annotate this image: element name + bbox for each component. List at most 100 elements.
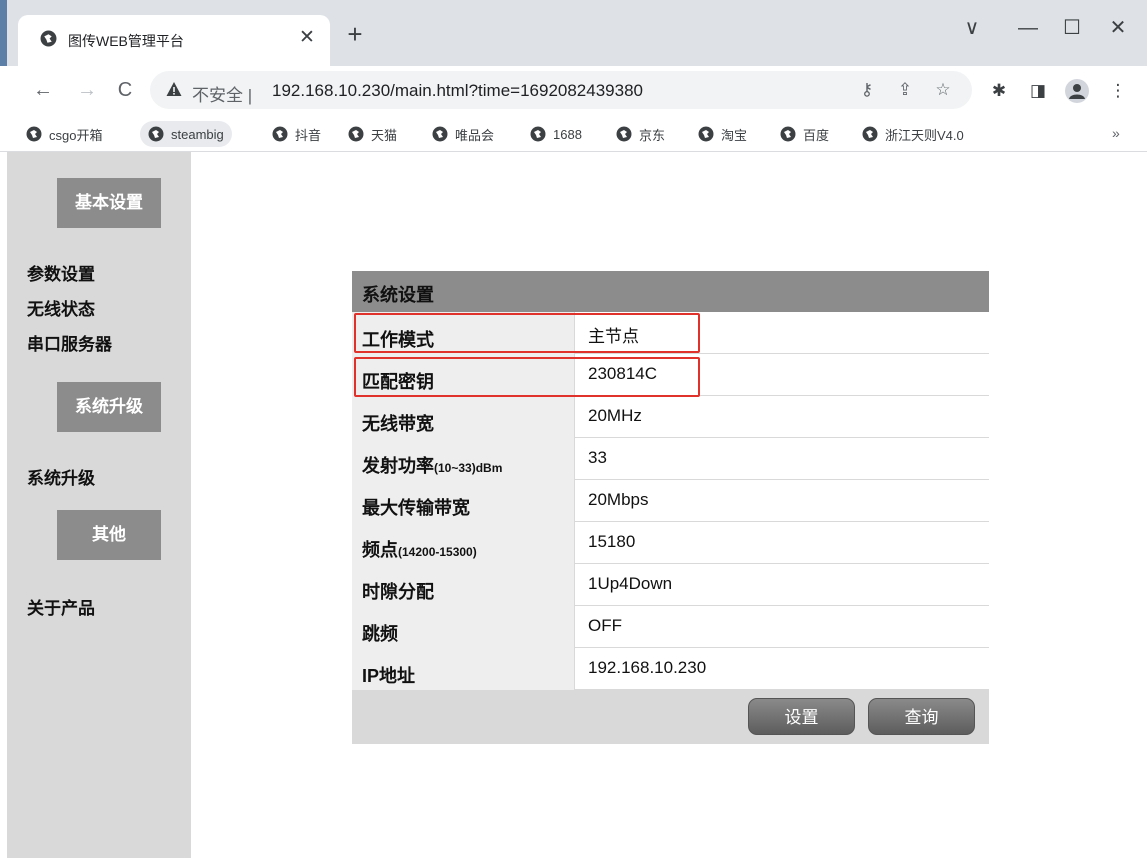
row-label: 跳频 <box>352 606 575 648</box>
browser-toolbar: ← → C 不安全 | 192.168.10.230/main.html?tim… <box>0 66 1147 115</box>
section-header-upgrade: 系统升级 <box>57 382 161 432</box>
bookmark-label: 浙江天则V4.0 <box>885 127 964 143</box>
settings-row: IP地址 192.168.10.230 <box>352 648 989 690</box>
sidebar-link-about[interactable]: 关于产品 <box>27 594 95 619</box>
row-label-hint: (14200-15300) <box>398 545 477 559</box>
row-label: 最大传输带宽 <box>352 480 575 522</box>
globe-icon <box>698 126 714 142</box>
bookmark-item[interactable]: 浙江天则V4.0 <box>854 121 972 147</box>
panel-footer: 设置 查询 <box>352 690 989 744</box>
sidebar-link-params[interactable]: 参数设置 <box>27 260 95 285</box>
row-value-bandwidth[interactable]: 20MHz <box>588 406 642 426</box>
tab-search-icon[interactable]: ∨ <box>958 14 986 42</box>
bookmark-item[interactable]: 淘宝 <box>690 121 755 147</box>
settings-row: 频点(14200-15300) 15180 <box>352 522 989 564</box>
globe-icon <box>272 126 288 142</box>
globe-icon <box>432 126 448 142</box>
maximize-button[interactable]: ☐ <box>1058 14 1086 42</box>
globe-icon <box>862 126 878 142</box>
bookmark-item[interactable]: 百度 <box>772 121 837 147</box>
sidebar-link-serial-server[interactable]: 串口服务器 <box>27 330 112 355</box>
bookmark-item[interactable]: csgo开箱 <box>18 121 110 147</box>
minimize-button[interactable]: — <box>1014 14 1042 42</box>
settings-row: 最大传输带宽 20Mbps <box>352 480 989 522</box>
bookmark-item[interactable]: 抖音 <box>264 121 329 147</box>
close-window-button[interactable]: ✕ <box>1104 14 1132 42</box>
section-header-basic: 基本设置 <box>57 178 161 228</box>
key-icon[interactable]: ⚷ <box>856 79 878 101</box>
set-button[interactable]: 设置 <box>748 698 855 735</box>
row-label: IP地址 <box>352 648 575 690</box>
back-button[interactable]: ← <box>28 75 58 105</box>
highlight-box <box>354 313 700 353</box>
highlight-box <box>354 357 700 397</box>
address-bar[interactable]: 不安全 | 192.168.10.230/main.html?time=1692… <box>150 71 972 109</box>
row-value-max-rate[interactable]: 20Mbps <box>588 490 648 510</box>
panel-title: 系统设置 <box>352 271 989 312</box>
row-value-frequency[interactable]: 15180 <box>588 532 635 552</box>
row-value-tx-power[interactable]: 33 <box>588 448 607 468</box>
row-value-hopping[interactable]: OFF <box>588 616 622 636</box>
globe-icon <box>530 126 546 142</box>
side-panel-icon[interactable]: ◨ <box>1026 79 1050 103</box>
browser-tab[interactable]: 图传WEB管理平台 ✕ <box>18 15 330 66</box>
row-label-text: IP地址 <box>362 666 416 686</box>
star-icon[interactable]: ☆ <box>932 79 954 101</box>
row-label-text: 最大传输带宽 <box>362 498 470 518</box>
sidebar-link-upgrade[interactable]: 系统升级 <box>27 464 95 489</box>
row-label-hint: (10~33)dBm <box>434 461 503 475</box>
page-content: 基本设置 参数设置 无线状态 串口服务器 系统升级 系统升级 其他 关于产品 系… <box>7 152 1147 858</box>
reload-button[interactable]: C <box>110 75 140 105</box>
section-header-other: 其他 <box>57 510 161 560</box>
globe-icon <box>348 126 364 142</box>
bookmark-item[interactable]: 京东 <box>608 121 673 147</box>
bookmark-label: 百度 <box>803 127 830 143</box>
sidebar: 基本设置 参数设置 无线状态 串口服务器 系统升级 系统升级 其他 关于产品 <box>7 152 191 858</box>
row-label: 无线带宽 <box>352 396 575 438</box>
globe-icon <box>616 126 632 142</box>
row-value-slot[interactable]: 1Up4Down <box>588 574 672 594</box>
globe-icon <box>148 126 164 142</box>
forward-button[interactable]: → <box>72 75 102 105</box>
extensions-icon[interactable]: ✱ <box>987 79 1011 103</box>
query-button[interactable]: 查询 <box>868 698 975 735</box>
row-label-text: 时隙分配 <box>362 582 434 602</box>
insecure-label[interactable]: 不安全 | <box>192 81 252 106</box>
settings-row: 跳频 OFF <box>352 606 989 648</box>
bookmark-label: 淘宝 <box>721 127 748 143</box>
warning-icon <box>166 82 182 96</box>
row-label-text: 无线带宽 <box>362 414 434 434</box>
bookmark-label: 京东 <box>639 127 666 143</box>
settings-row: 发射功率(10~33)dBm 33 <box>352 438 989 480</box>
bookmark-label: 唯品会 <box>455 127 495 143</box>
row-label-text: 发射功率 <box>362 456 434 476</box>
bookmarks-bar: csgo开箱 steambig 抖音 天猫 唯品会 1688 京东 淘宝 百度 … <box>0 115 1147 152</box>
tab-close-icon[interactable]: ✕ <box>294 25 320 51</box>
globe-icon <box>780 126 796 142</box>
settings-row: 时隙分配 1Up4Down <box>352 564 989 606</box>
bookmarks-overflow-icon[interactable]: » <box>1112 125 1120 141</box>
row-label-text: 跳频 <box>362 624 398 644</box>
url-text[interactable]: 192.168.10.230/main.html?time=1692082439… <box>272 81 643 101</box>
bookmark-label: 天猫 <box>371 127 398 143</box>
globe-icon <box>40 30 57 47</box>
new-tab-button[interactable]: + <box>342 21 368 48</box>
row-label-text: 频点 <box>362 540 398 560</box>
row-value-ip[interactable]: 192.168.10.230 <box>588 658 706 678</box>
globe-icon <box>26 126 42 142</box>
tab-strip: 图传WEB管理平台 ✕ + ∨ — ☐ ✕ <box>0 0 1147 66</box>
bookmark-item[interactable]: 天猫 <box>340 121 405 147</box>
system-settings-panel: 系统设置 工作模式 主节点 匹配密钥 230814C 无线带宽 20MHz 发射… <box>352 271 989 744</box>
bookmark-item[interactable]: 唯品会 <box>424 121 502 147</box>
bookmark-label: 抖音 <box>295 127 322 143</box>
menu-icon[interactable]: ⋮ <box>1106 79 1130 103</box>
bookmark-item[interactable]: 1688 <box>522 121 590 147</box>
profile-icon[interactable] <box>1065 79 1089 103</box>
bookmark-label: 1688 <box>553 126 582 142</box>
settings-row: 无线带宽 20MHz <box>352 396 989 438</box>
row-label: 时隙分配 <box>352 564 575 606</box>
sidebar-link-wireless-status[interactable]: 无线状态 <box>27 295 95 320</box>
bookmark-item[interactable]: steambig <box>140 121 232 147</box>
share-icon[interactable]: ⇪ <box>894 79 916 101</box>
tab-title: 图传WEB管理平台 <box>68 33 184 49</box>
